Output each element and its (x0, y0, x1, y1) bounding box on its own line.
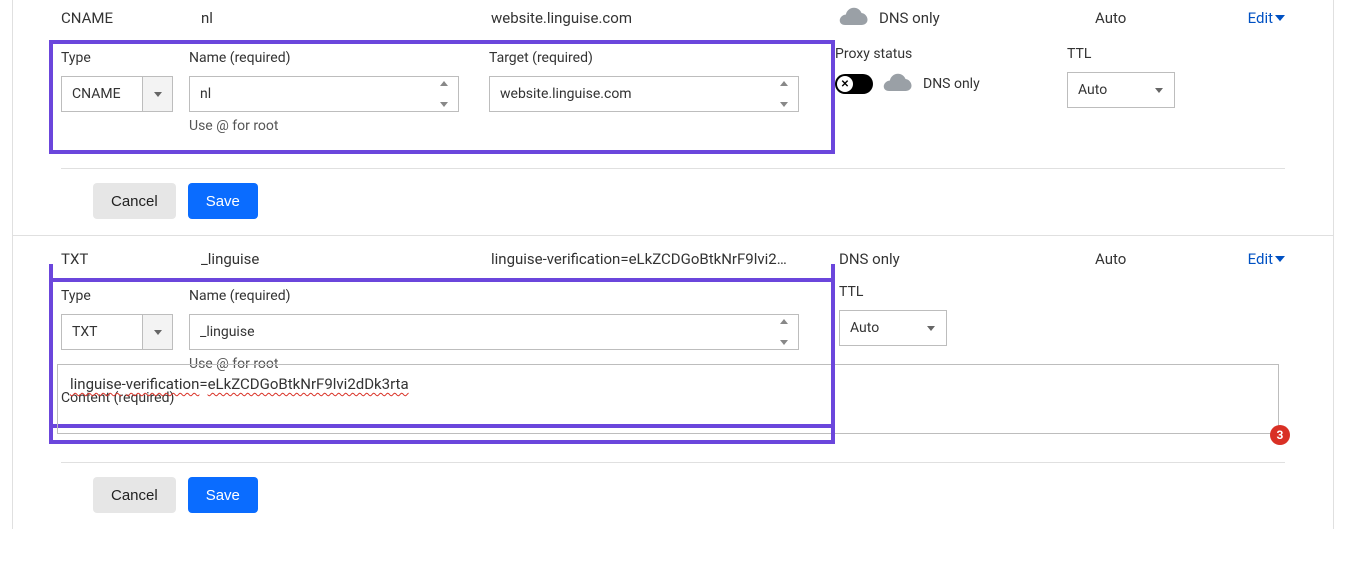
save-button[interactable]: Save (188, 477, 258, 513)
row-target: linguise-verification=eLkZCDGoBtkNrF9lvi… (491, 250, 839, 268)
save-button[interactable]: Save (188, 183, 258, 219)
row-type: CNAME (61, 9, 201, 27)
type-select[interactable]: CNAME (61, 76, 173, 112)
type-label: Type (61, 50, 189, 70)
row-ttl: Auto (1095, 250, 1235, 268)
name-input[interactable]: _linguise (189, 314, 799, 350)
content-part: verification (126, 375, 200, 393)
content-textarea[interactable]: linguise-verification=eLkZCDGoBtkNrF9lvi… (57, 364, 1279, 434)
stepper[interactable] (780, 79, 794, 109)
stepper[interactable] (440, 79, 454, 109)
type-select-value: CNAME (62, 86, 142, 102)
row-type: TXT (61, 250, 201, 268)
target-input[interactable]: website.linguise.com (489, 76, 799, 112)
content-part: eLkZCDGoBtkNrF9lvi2dDk3rta (208, 375, 409, 393)
row-proxy: DNS only (839, 6, 1095, 30)
row-ttl: Auto (1095, 9, 1235, 27)
chevron-down-icon (1275, 256, 1285, 262)
edit-button[interactable]: Edit (1248, 9, 1285, 27)
proxy-text: DNS only (923, 76, 980, 92)
type-label: Type (61, 288, 189, 308)
target-label: Target (required) (489, 50, 819, 70)
error-count-badge: 3 (1270, 425, 1290, 445)
edit-label: Edit (1248, 250, 1273, 268)
dns-row-txt: TXT _linguise linguise-verification=eLkZ… (13, 236, 1333, 278)
cancel-button[interactable]: Cancel (93, 477, 176, 513)
dns-row-cname: CNAME nl website.linguise.com DNS only A… (13, 0, 1333, 40)
chevron-down-icon (916, 311, 946, 345)
proxy-toggle[interactable]: ✕ (835, 74, 873, 94)
cancel-button[interactable]: Cancel (93, 183, 176, 219)
type-select[interactable]: TXT (61, 314, 173, 350)
chevron-down-icon (1275, 15, 1285, 21)
stepper[interactable] (780, 317, 794, 347)
chevron-down-icon (142, 77, 172, 111)
cloud-off-icon (883, 72, 913, 96)
row-target: website.linguise.com (491, 9, 839, 27)
edit-label: Edit (1248, 9, 1273, 27)
ttl-label: TTL (839, 284, 979, 304)
chevron-down-icon (142, 315, 172, 349)
name-input[interactable]: nl (189, 76, 459, 112)
ttl-select[interactable]: Auto (839, 310, 947, 346)
edit-button[interactable]: Edit (1248, 250, 1285, 268)
row-proxy-text: DNS only (839, 250, 900, 268)
chevron-down-icon (1144, 73, 1174, 107)
ttl-select-value: Auto (1068, 82, 1144, 98)
content-part: linguise (70, 375, 122, 393)
name-label: Name (required) (189, 288, 819, 308)
close-icon: ✕ (837, 76, 853, 92)
ttl-select-value: Auto (840, 320, 916, 336)
row-name: _linguise (201, 250, 491, 268)
row-name: nl (201, 9, 491, 27)
highlighted-form-cname: Type CNAME Name (required) nl Use @ for … (49, 40, 835, 154)
target-input-value: website.linguise.com (500, 86, 632, 102)
name-input-value: nl (200, 86, 211, 102)
name-helper: Use @ for root (189, 118, 489, 134)
row-proxy: DNS only (839, 250, 1095, 268)
proxy-label: Proxy status (835, 46, 1067, 66)
name-label: Name (required) (189, 50, 489, 70)
name-input-value: _linguise (200, 324, 255, 340)
ttl-select[interactable]: Auto (1067, 72, 1175, 108)
ttl-label: TTL (1067, 46, 1207, 66)
row-proxy-text: DNS only (879, 9, 940, 27)
type-select-value: TXT (62, 324, 142, 340)
cloud-off-icon (839, 6, 869, 30)
